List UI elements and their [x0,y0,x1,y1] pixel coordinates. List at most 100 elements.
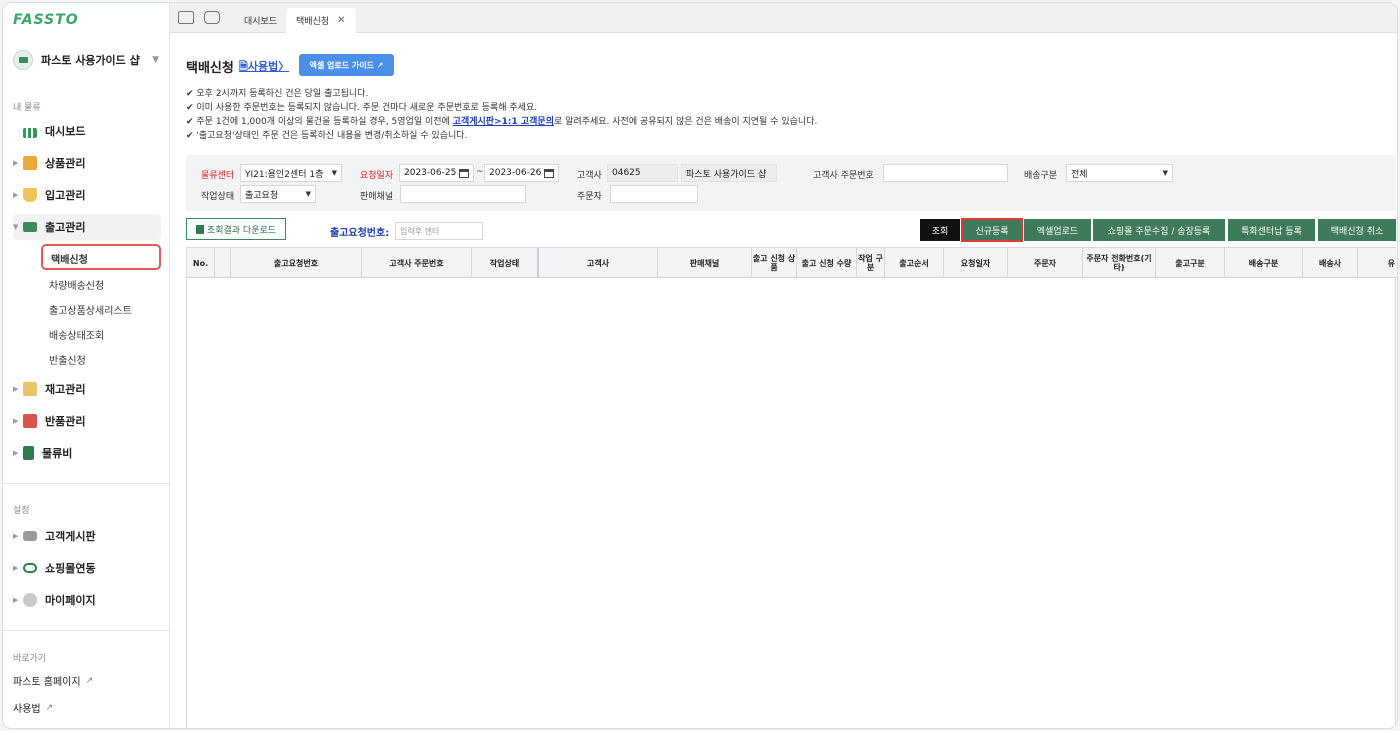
dropdown-arrow-icon: ▼ [331,169,337,177]
column-header[interactable]: 주문자 전화번호(기타) [1083,248,1156,278]
sidebar-item-logistics-cost[interactable]: ▶ 물류비 [13,440,161,466]
sidebar-subitem-parcel-request[interactable]: 택배신청 [41,244,161,270]
box-icon [23,156,37,170]
settings-cloud-icon[interactable] [204,11,220,24]
panel-toggle-icon[interactable] [178,11,194,24]
ship-type-select[interactable]: 전체 ▼ [1066,164,1173,182]
section-label-links: 바로가기 [13,654,47,664]
shop-selector[interactable]: 파스토 사용가이드 샵 ▼ [13,48,161,72]
request-no-label: 출고요청번호: [330,228,390,239]
calendar-icon[interactable] [459,168,469,178]
search-button[interactable]: 조회 [920,219,960,241]
date-to-input[interactable]: 2023-06-26 [484,164,559,182]
external-link-icon: ↗ [45,702,54,713]
filter-panel: 물류센터 YI21:용인2센터 1층 ▼ 요청일자 2023-06-25 ~ 20… [186,155,1396,211]
order-no-input[interactable] [883,164,1008,182]
column-header[interactable]: 주문자 [1008,248,1083,278]
sidebar-item-dashboard[interactable]: 대시보드 [13,118,161,144]
column-header[interactable]: 배송구분 [1225,248,1303,278]
column-header[interactable]: 출고 신청 상품 [752,248,797,278]
center-select[interactable]: YI21:용인2센터 1층 ▼ [240,164,342,182]
new-register-button[interactable]: 신규등록 [961,218,1023,242]
column-header[interactable]: 출고 신청 수량 [797,248,857,278]
main-content: 택배신청 🗎사용법〉 엑셀 업로드 가이드 ↗ ✔ 오후 2시까지 등록하신 건… [171,34,1397,728]
dropdown-arrow-icon: ▼ [1162,169,1168,177]
divider [3,483,169,484]
column-header-select[interactable] [215,248,231,278]
date-from-input[interactable]: 2023-06-25 [399,164,474,182]
tab-bar: 대시보드 택배신청 ✕ [170,3,1397,33]
sidebar-item-board[interactable]: ▶ 고객게시판 [13,523,161,549]
link-icon [23,563,37,573]
chevron-right-icon: ▶ [13,385,19,393]
close-icon[interactable]: ✕ [337,15,345,26]
excel-upload-button[interactable]: 엑셀업로드 [1024,219,1091,241]
sidebar-item-inbound[interactable]: ▶ 입고관리 [13,182,161,208]
sidebar-item-returns[interactable]: ▶ 반품관리 [13,408,161,434]
column-header[interactable]: 고객사 주문번호 [362,248,472,278]
howto-link[interactable]: 🗎사용법〉 [239,58,289,77]
excel-guide-button[interactable]: 엑셀 업로드 가이드 ↗ [299,54,394,76]
cart-icon [23,188,37,202]
chat-icon [23,531,37,541]
request-no-input[interactable]: 입력후 엔터 [395,222,483,240]
chevron-down-icon: ▼ [152,55,159,65]
sidebar: FASSTO 파스토 사용가이드 샵 ▼ 내 물류 대시보드 ▶ 상품관리 ▶ … [3,3,170,728]
column-header[interactable]: 출고순서 [885,248,944,278]
column-header[interactable]: 요청일자 [944,248,1008,278]
document-icon: 🗎 [239,60,248,73]
column-header[interactable]: 고객사 [539,248,658,278]
chevron-right-icon: ▶ [13,191,19,199]
orderer-input[interactable] [610,185,698,203]
notice-item: ✔ 오후 2시까지 등록하신 건은 당일 출고됩니다. [186,89,369,99]
sidebar-item-outbound[interactable]: ▼ 출고관리 [13,214,161,240]
sidebar-item-inventory[interactable]: ▶ 재고관리 [13,376,161,402]
work-status-select[interactable]: 출고요청 ▼ [240,185,316,203]
cancel-parcel-request-button[interactable]: 택배신청 취소 [1318,219,1396,241]
app-window: FASSTO 파스토 사용가이드 샵 ▼ 내 물류 대시보드 ▶ 상품관리 ▶ … [2,2,1398,729]
column-header[interactable]: 작업상태 [472,248,539,278]
column-header[interactable]: 출고요청번호 [231,248,362,278]
sidebar-subitem-vehicle-delivery[interactable]: 차량배송신청 [49,277,104,292]
sidebar-subitem-outbound-detail[interactable]: 출고상품상세리스트 [49,302,132,317]
date-separator: ~ [476,167,484,177]
chevron-right-icon: ▶ [13,532,19,540]
column-header[interactable]: 작업 구분 [857,248,885,278]
logo[interactable]: FASSTO [13,12,79,28]
notice-item: ✔ '출고요청'상태인 주문 건은 등록하신 내용을 변경/취소하실 수 있습니… [186,131,468,141]
order-no-label: 고객사 주문번호 [813,171,874,181]
section-label-settings: 설정 [13,506,30,516]
divider [3,630,169,631]
column-header[interactable]: 출고구분 [1156,248,1225,278]
column-header[interactable]: No. [187,248,215,278]
sidebar-subitem-delivery-status[interactable]: 배송상태조회 [49,327,104,342]
link-howto[interactable]: 사용법 ↗ [13,700,54,716]
channel-input[interactable] [400,185,526,203]
sidebar-item-products[interactable]: ▶ 상품관리 [13,150,161,176]
mall-order-collect-button[interactable]: 쇼핑몰 주문수집 / 송장등록 [1093,219,1225,241]
client-label: 고객사 [577,171,602,181]
sidebar-item-mall-link[interactable]: ▶ 쇼핑몰연동 [13,555,161,581]
grid-header: No. 출고요청번호 고객사 주문번호 작업상태 고객사 판매채널 출고 신청 … [187,248,1397,278]
chevron-right-icon: ▶ [13,564,19,572]
book-icon [23,446,34,460]
chevron-right-icon: ▶ [13,596,19,604]
column-header[interactable]: 유 [1358,248,1397,278]
customer-inquiry-link[interactable]: 고객게시판>1:1 고객문의 [453,117,554,127]
sidebar-item-mypage[interactable]: ▶ 마이페이지 [13,587,161,613]
special-center-register-button[interactable]: 특화센터납 등록 [1228,219,1315,241]
notice-item: ✔ 주문 1건에 1,000개 이상의 물건을 등록하실 경우, 5영업일 이전… [186,117,818,127]
calendar-icon[interactable] [544,168,554,178]
chevron-down-icon: ▼ [13,223,19,231]
column-header[interactable]: 배송사 [1303,248,1358,278]
column-header[interactable]: 판매채널 [658,248,752,278]
center-label: 물류센터 [201,171,235,181]
tab-dashboard[interactable]: 대시보드 [234,8,287,33]
link-homepage[interactable]: 파스토 홈페이지 ↗ [13,673,93,689]
return-icon [23,414,37,428]
tab-parcel-request[interactable]: 택배신청 ✕ [286,8,356,33]
section-label-main: 내 물류 [13,103,41,113]
sidebar-subitem-takeout[interactable]: 반출신청 [49,352,86,367]
download-results-button[interactable]: 조회결과 다운로드 [186,218,286,240]
bar-chart-icon [23,127,37,138]
